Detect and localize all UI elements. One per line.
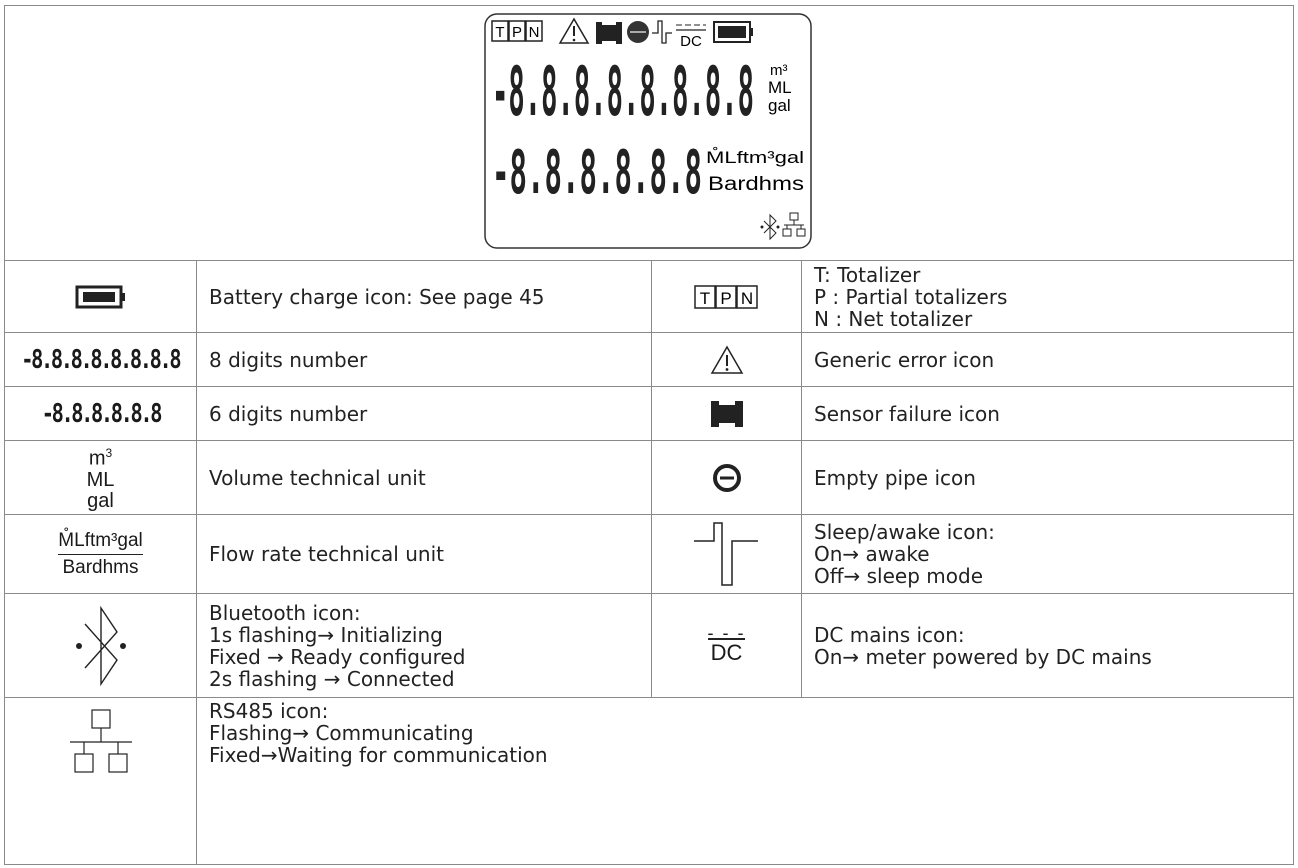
sleep-awake-icon-cell (651, 514, 802, 594)
lcd-dc-label: DC (680, 33, 702, 50)
battery-icon (75, 285, 125, 308)
battery-desc-cell: Battery charge icon: See page 45 (196, 260, 652, 333)
eight-digits-icon-cell: -8.8.8.8.8.8.8.8 (4, 332, 197, 387)
tpn-p: P (720, 289, 731, 308)
eight-digits-desc: 8 digits number (209, 347, 368, 372)
vol-unit-gal: gal (87, 489, 114, 512)
dc-label: DC (707, 638, 746, 664)
flow-unit-top: M̊Lftm³gal (58, 530, 143, 555)
lcd-p: P (512, 24, 522, 41)
six-digits-desc-cell: 6 digits number (196, 386, 652, 441)
empty-pipe-desc: Empty pipe icon (814, 465, 976, 490)
lcd-display: T P N DC -8.8.8.8.8.8.8.8 m³ ML gal -8.8… (484, 13, 812, 249)
flow-unit-bottom: Bardhms (62, 556, 139, 578)
eight-digits-desc-cell: 8 digits number (196, 332, 652, 387)
bluetooth-icon-cell (4, 593, 197, 698)
lcd-vol-unit-gal: gal (768, 96, 791, 115)
bluetooth-desc-cell: Bluetooth icon: 1s flashing→ Initializin… (196, 593, 652, 698)
vol-unit-ml: ML (86, 468, 115, 491)
lcd-n: N (529, 24, 540, 41)
sleep-awake-desc-cell: Sleep/awake icon: On→ awake Off→ sleep m… (801, 514, 1294, 594)
empty-pipe-desc-cell: Empty pipe icon (801, 440, 1294, 515)
sensor-failure-desc-cell: Sensor failure icon (801, 386, 1294, 441)
rs485-desc: RS485 icon: Flashing→ Communicating Fixe… (209, 699, 548, 767)
rs485-desc-cell: RS485 icon: Flashing→ Communicating Fixe… (196, 697, 1294, 865)
network-icon (782, 212, 806, 237)
lcd-8-digits: -8.8.8.8.8.8.8.8 (492, 53, 754, 132)
tpn-t: T (699, 289, 709, 308)
tpn-icon-cell: T P N (651, 260, 802, 333)
sensor-failure-icon-cell (651, 386, 802, 441)
dc-icon: - - - DC (707, 623, 746, 664)
empty-pipe-icon (712, 463, 741, 492)
bluetooth-icon (760, 213, 780, 241)
generic-error-desc: Generic error icon (814, 347, 995, 372)
lcd-display-cell: T P N DC -8.8.8.8.8.8.8.8 m³ ML gal -8.8… (4, 5, 1294, 261)
lcd-vol-unit-m3: m³ (770, 62, 788, 79)
lcd-flow-unit-top: M̊Lftm³gal (706, 148, 804, 167)
tpn-icon: T P N (491, 20, 543, 42)
dc-desc-cell: DC mains icon: On→ meter powered by DC m… (801, 593, 1294, 698)
warning-icon (558, 17, 590, 44)
volume-unit-desc-cell: Volume technical unit (196, 440, 652, 515)
sensor-failure-icon (596, 22, 622, 44)
flow-unit-sample: M̊Lftm³gal Bardhms (58, 530, 143, 579)
six-digits-icon-cell: -8.8.8.8.8.8 (4, 386, 197, 441)
warning-desc-cell: Generic error icon (801, 332, 1294, 387)
dc-mains-desc: DC mains icon: On→ meter powered by DC m… (814, 622, 1152, 669)
volume-unit-desc: Volume technical unit (209, 465, 426, 490)
lcd-t: T (495, 24, 504, 41)
tpn-desc: T: Totalizer P : Partial totalizers N : … (814, 262, 1008, 331)
sleep-awake-desc: Sleep/awake icon: On→ awake Off→ sleep m… (814, 520, 995, 588)
tpn-n: N (740, 289, 752, 308)
network-icon (69, 709, 132, 773)
six-digits-desc: 6 digits number (209, 401, 368, 426)
lcd-6-digits: -8.8.8.8.8.8 (492, 138, 702, 208)
flow-unit-desc: Flow rate technical unit (209, 542, 444, 566)
battery-icon-cell (4, 260, 197, 333)
lcd-flow-unit-bottom: Bardhms (708, 174, 804, 195)
vol-unit-m: m (88, 447, 106, 470)
legend-table: T P N DC -8.8.8.8.8.8.8.8 m³ ML gal -8.8… (4, 5, 1294, 865)
warning-icon-cell (651, 332, 802, 387)
bluetooth-desc: Bluetooth icon: 1s flashing→ Initializin… (209, 600, 466, 691)
six-digits-sample: -8.8.8.8.8.8 (41, 398, 162, 429)
dc-dash: - - - (707, 623, 746, 643)
vol-unit-sup: 3 (105, 446, 113, 461)
empty-pipe-icon-cell (651, 440, 802, 515)
lcd-vol-unit-ml: ML (768, 78, 792, 97)
battery-icon (713, 21, 753, 43)
eight-digits-sample: -8.8.8.8.8.8.8.8 (21, 344, 182, 375)
battery-desc: Battery charge icon: See page 45 (209, 284, 545, 309)
rs485-icon-cell (4, 697, 197, 865)
warning-icon (710, 344, 743, 374)
bluetooth-icon (75, 605, 126, 686)
flow-unit-desc-cell: Flow rate technical unit (196, 514, 652, 594)
tpn-icon: T P N (693, 284, 758, 309)
empty-pipe-icon (627, 21, 649, 43)
flow-unit-icon-cell: M̊Lftm³gal Bardhms (4, 514, 197, 594)
sensor-failure-icon (710, 400, 743, 427)
sensor-failure-desc: Sensor failure icon (814, 401, 1000, 426)
volume-unit-icon-cell: m3 ML gal (4, 440, 197, 515)
dc-icon-cell: - - - DC (651, 593, 802, 698)
sleep-awake-icon (693, 522, 758, 586)
dc-icon: DC (676, 24, 706, 50)
sleep-awake-icon (652, 20, 672, 44)
tpn-desc-cell: T: Totalizer P : Partial totalizers N : … (801, 260, 1294, 333)
volume-unit-sample: m3 ML gal (87, 443, 115, 512)
